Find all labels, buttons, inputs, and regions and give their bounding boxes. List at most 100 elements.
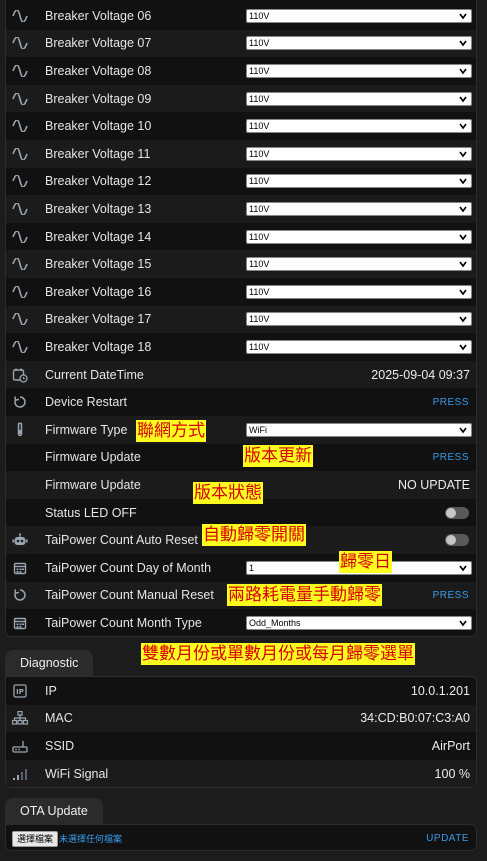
month-type-label: TaiPower Count Month Type <box>45 615 202 630</box>
select-value: 110V <box>249 259 270 270</box>
select-value: WiFi <box>249 424 267 435</box>
breaker-voltage-label: Breaker Voltage 14 <box>45 229 152 244</box>
sine-wave-icon <box>12 35 28 51</box>
current-datetime-row: Current DateTime 2025-09-04 09:37 <box>6 360 476 389</box>
sine-wave-icon <box>12 256 28 272</box>
breaker-voltage-row-12: Breaker Voltage 12 110V <box>6 168 476 196</box>
firmware-type-label: Firmware Type <box>45 422 128 437</box>
chevron-down-icon <box>459 151 467 158</box>
sine-wave-icon <box>12 284 28 300</box>
annotation-month-type: 雙數月份或單數月份或每月歸零選單 <box>141 643 415 665</box>
firmware-update-button[interactable]: PRESS <box>433 452 469 463</box>
breaker-voltage-row-10: Breaker Voltage 10 110V <box>6 112 476 140</box>
choose-file-button[interactable]: 選擇檔案 <box>12 831 59 847</box>
breaker-voltage-label: Breaker Voltage 10 <box>45 119 152 134</box>
breaker-voltage-row-15: Breaker Voltage 15 110V <box>6 250 476 278</box>
select-value: 110V <box>249 148 270 159</box>
breaker-voltage-row-07: Breaker Voltage 07 110V <box>6 29 476 58</box>
firmware-type-row: Firmware Type WiFi <box>6 416 476 444</box>
breaker-voltage-select[interactable]: 110V <box>246 312 472 327</box>
ota-card: 選擇檔案 未選擇任何檔案 UPDATE <box>5 824 477 851</box>
breaker-voltage-label: Breaker Voltage 11 <box>45 146 151 161</box>
chevron-down-icon <box>459 344 467 351</box>
firmware-update-label: Firmware Update <box>45 450 141 465</box>
breaker-voltage-row-18: Breaker Voltage 18 110V <box>6 333 476 361</box>
current-datetime-value: 2025-09-04 09:37 <box>371 367 470 382</box>
select-value: 110V <box>249 38 270 49</box>
chevron-down-icon <box>459 68 467 75</box>
breaker-voltage-row-16: Breaker Voltage 16 110V <box>6 278 476 306</box>
annotation-firmware-update: 版本更新 <box>243 445 313 467</box>
annotation-firmware-status: 版本狀態 <box>193 482 263 504</box>
sine-wave-icon <box>12 8 28 24</box>
sine-wave-icon <box>12 229 28 245</box>
chevron-down-icon <box>459 234 467 240</box>
breaker-voltage-select[interactable]: 110V <box>246 146 472 161</box>
tab-diagnostic[interactable]: Diagnostic <box>5 650 94 676</box>
manual-reset-button[interactable]: PRESS <box>433 590 469 601</box>
day-of-month-row: TaiPower Count Day of Month 1 <box>6 554 476 582</box>
select-value: 110V <box>249 121 270 132</box>
device-restart-label: Device Restart <box>45 395 127 410</box>
breaker-voltage-row-08: Breaker Voltage 08 110V <box>6 57 476 85</box>
chevron-down-icon <box>459 96 467 102</box>
wifi-signal-value: 100 % <box>434 766 470 781</box>
current-datetime-label: Current DateTime <box>45 367 144 382</box>
svg-text:IP: IP <box>16 688 24 696</box>
annotation-auto-reset: 自動歸零開關 <box>202 524 306 546</box>
tab-ota-update[interactable]: OTA Update <box>5 798 103 824</box>
select-value: 110V <box>249 176 270 187</box>
wifi-signal-label: WiFi Signal <box>45 766 109 781</box>
breaker-voltage-select[interactable]: 110V <box>246 36 472 51</box>
breaker-voltage-select[interactable]: 110V <box>246 63 472 78</box>
breaker-voltage-select[interactable]: 110V <box>246 284 472 299</box>
breaker-voltage-label: Breaker Voltage 07 <box>45 36 152 51</box>
calendar-icon <box>12 560 28 576</box>
breaker-voltage-row-14: Breaker Voltage 14 110V <box>6 223 476 251</box>
breaker-voltage-label: Breaker Voltage 17 <box>45 312 152 327</box>
month-type-row: TaiPower Count Month Type Odd_Months <box>6 609 476 637</box>
month-type-select[interactable]: Odd_Months <box>246 615 472 630</box>
breaker-voltage-label: Breaker Voltage 15 <box>45 257 152 272</box>
chevron-down-icon <box>459 123 467 130</box>
select-value: 110V <box>249 93 270 104</box>
breaker-voltage-label: Breaker Voltage 09 <box>45 91 152 106</box>
status-led-toggle[interactable] <box>445 506 469 519</box>
day-of-month-label: TaiPower Count Day of Month <box>45 560 212 575</box>
breaker-voltage-select[interactable]: 110V <box>246 339 472 354</box>
mac-label: MAC <box>45 711 73 726</box>
ssid-value: AirPort <box>431 738 470 753</box>
breaker-voltage-select[interactable]: 110V <box>246 119 472 134</box>
chevron-down-icon <box>459 261 467 268</box>
breaker-voltage-select[interactable]: 110V <box>246 174 472 189</box>
breaker-voltage-select[interactable]: 110V <box>246 257 472 272</box>
diagnostic-row-ip: IP IP 10.0.1.201 <box>6 677 476 705</box>
no-file-selected-text: 未選擇任何檔案 <box>59 834 123 844</box>
diagnostic-card: IP IP 10.0.1.201 MAC 34:CD:B0:07:C3:A0 S… <box>5 676 477 788</box>
breaker-voltage-select[interactable]: 110V <box>246 201 472 216</box>
sine-wave-icon <box>12 311 28 327</box>
sine-wave-icon <box>12 173 28 189</box>
firmware-update-status-value: NO UPDATE <box>398 477 470 492</box>
chevron-down-icon <box>459 620 467 627</box>
annotation-network-mode: 聯網方式 <box>136 420 206 442</box>
device-restart-button[interactable]: PRESS <box>433 397 469 408</box>
sine-wave-icon <box>12 201 28 217</box>
diagnostic-row-mac: MAC 34:CD:B0:07:C3:A0 <box>6 704 476 733</box>
breaker-voltage-select[interactable]: 110V <box>246 229 472 244</box>
ota-update-button[interactable]: UPDATE <box>426 833 469 844</box>
select-value: 110V <box>249 10 270 21</box>
firmware-type-select[interactable]: WiFi <box>246 422 472 437</box>
breaker-voltage-row-11: Breaker Voltage 11 110V <box>6 140 476 168</box>
auto-reset-toggle[interactable] <box>445 534 469 547</box>
select-value: 110V <box>249 65 270 76</box>
breaker-voltage-select[interactable]: 110V <box>246 8 472 23</box>
breaker-voltage-label: Breaker Voltage 12 <box>45 174 152 189</box>
diagnostic-row-ssid: SSID AirPort <box>6 732 476 760</box>
status-led-label: Status LED OFF <box>45 505 137 520</box>
breaker-voltage-select[interactable]: 110V <box>246 91 472 106</box>
chevron-down-icon <box>459 13 467 20</box>
breaker-voltage-label: Breaker Voltage 06 <box>45 8 152 23</box>
sine-wave-icon <box>12 118 28 134</box>
ssid-label: SSID <box>45 738 75 753</box>
